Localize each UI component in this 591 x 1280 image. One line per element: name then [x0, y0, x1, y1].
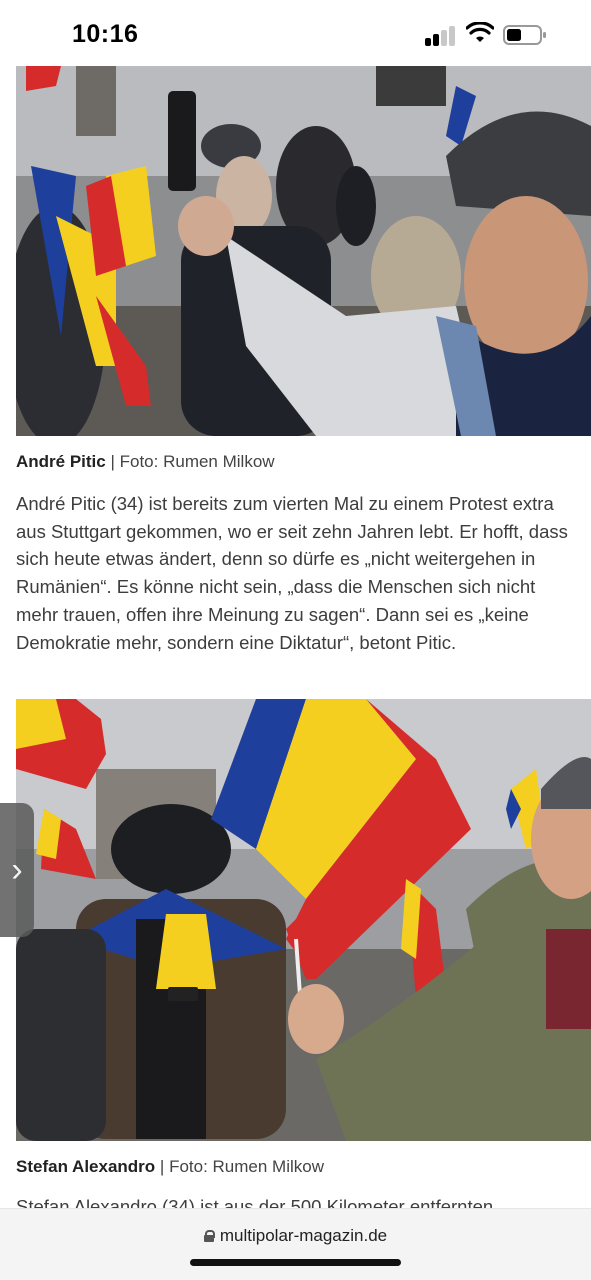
side-expand-tab[interactable]: ›	[0, 803, 34, 937]
article-paragraph: André Pitic (34) ist bereits zum vierten…	[16, 493, 568, 653]
chevron-right-icon: ›	[11, 850, 23, 889]
article-photo-protest-1[interactable]	[16, 66, 591, 436]
caption-person-name: Stefan Alexandro	[16, 1157, 156, 1176]
url-bar[interactable]: multipolar-magazin.de	[0, 1226, 591, 1246]
photo-caption-2: Stefan Alexandro | Foto: Rumen Milkow	[16, 1157, 324, 1177]
caption-separator: |	[155, 1157, 170, 1176]
status-time: 10:16	[72, 20, 139, 48]
browser-bottom-bar: multipolar-magazin.de	[0, 1208, 591, 1280]
caption-credit: Foto: Rumen Milkow	[119, 452, 275, 471]
caption-person-name: André Pitic	[16, 452, 106, 471]
caption-credit: Foto: Rumen Milkow	[169, 1157, 324, 1176]
cellular-signal-icon	[425, 24, 457, 46]
battery-icon	[503, 25, 546, 45]
lock-icon	[203, 1230, 215, 1242]
home-indicator[interactable]	[190, 1259, 401, 1266]
article-photo-protest-2[interactable]	[16, 699, 591, 1141]
status-bar: 10:16	[0, 0, 591, 64]
wifi-icon	[466, 22, 494, 42]
caption-separator: |	[105, 452, 120, 471]
url-text: multipolar-magazin.de	[219, 1226, 388, 1245]
photo-caption-1: André Pitic | Foto: Rumen Milkow	[16, 452, 275, 472]
